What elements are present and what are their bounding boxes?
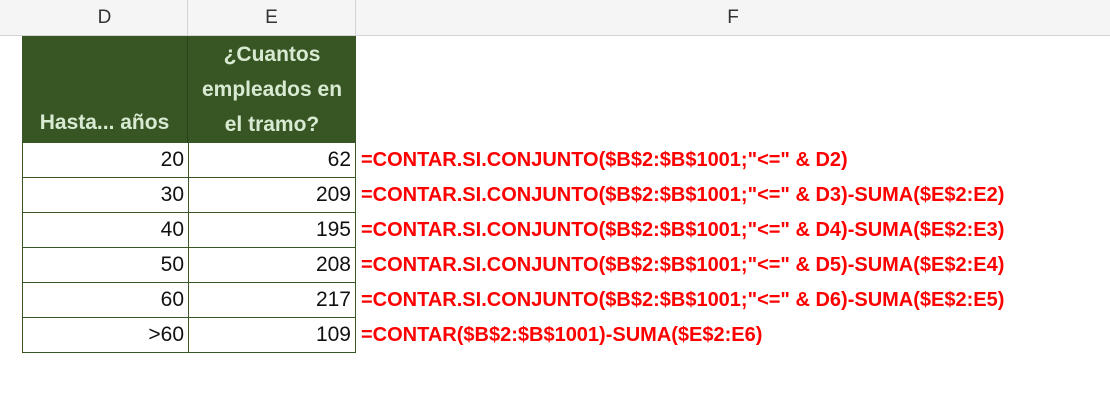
cell-d3[interactable]: 30 <box>22 178 188 213</box>
formula-text-f4[interactable]: =CONTAR.SI.CONJUNTO($B$2:$B$1001;"<=" & … <box>361 213 1004 248</box>
cell-d2[interactable]: 20 <box>22 143 188 178</box>
cell-d4[interactable]: 40 <box>22 213 188 248</box>
column-header-d[interactable]: D <box>22 0 188 36</box>
header-cell-d1[interactable]: Hasta... años <box>22 36 188 143</box>
cell-e6[interactable]: 217 <box>188 283 356 318</box>
header-cell-e1[interactable]: ¿Cuantos empleados en el tramo? <box>188 36 356 143</box>
cell-e3[interactable]: 209 <box>188 178 356 213</box>
formula-text-f7[interactable]: =CONTAR($B$2:$B$1001)-SUMA($E$2:E6) <box>361 318 762 353</box>
header-label-hasta: Hasta... años <box>39 111 170 134</box>
cell-e7[interactable]: 109 <box>188 318 356 353</box>
header-line-1: ¿Cuantos <box>223 43 321 66</box>
cell-d5[interactable]: 50 <box>22 248 188 283</box>
formula-text-f3[interactable]: =CONTAR.SI.CONJUNTO($B$2:$B$1001;"<=" & … <box>361 178 1004 213</box>
formula-text-f2[interactable]: =CONTAR.SI.CONJUNTO($B$2:$B$1001;"<=" & … <box>361 143 848 178</box>
header-label-cuantos: ¿Cuantos empleados en el tramo? <box>202 37 342 142</box>
cell-d6[interactable]: 60 <box>22 283 188 318</box>
cell-e2[interactable]: 62 <box>188 143 356 178</box>
formula-text-f5[interactable]: =CONTAR.SI.CONJUNTO($B$2:$B$1001;"<=" & … <box>361 248 1004 283</box>
formula-text-f6[interactable]: =CONTAR.SI.CONJUNTO($B$2:$B$1001;"<=" & … <box>361 283 1004 318</box>
column-header-e[interactable]: E <box>188 0 356 36</box>
header-line-2: empleados en <box>201 78 343 101</box>
column-header-f[interactable]: F <box>356 0 1110 36</box>
cell-e5[interactable]: 208 <box>188 248 356 283</box>
cell-e4[interactable]: 195 <box>188 213 356 248</box>
cell-d7[interactable]: >60 <box>22 318 188 353</box>
header-line-3: el tramo? <box>224 113 320 136</box>
select-all-corner[interactable] <box>0 0 22 36</box>
